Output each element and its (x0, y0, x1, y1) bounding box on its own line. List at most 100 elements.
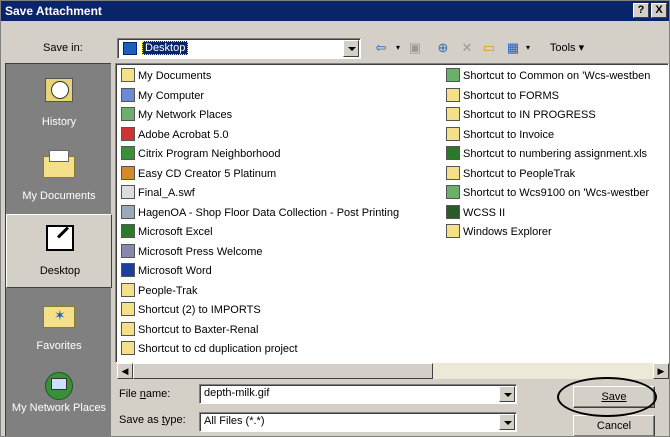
help-button[interactable]: ? (633, 3, 649, 18)
file-item[interactable]: Microsoft Excel (121, 223, 213, 241)
file-item-label: My Network Places (138, 109, 233, 121)
file-item[interactable]: Adobe Acrobat 5.0 (121, 126, 229, 144)
acrobat-icon (121, 126, 135, 141)
scroll-right-button[interactable]: ▶ (653, 363, 669, 379)
file-item[interactable]: Citrix Program Neighborhood (121, 145, 280, 163)
save-as-type-value: All Files (*.*) (204, 415, 265, 427)
back-dropdown-icon[interactable]: ▾ (393, 39, 403, 57)
file-item[interactable]: Shortcut to Baxter-Renal (121, 321, 258, 339)
file-item-label: Microsoft Press Welcome (138, 245, 263, 258)
views-icon[interactable]: ▦ (503, 39, 523, 57)
favorites-icon: ✶ (41, 296, 77, 330)
file-item[interactable]: Microsoft Press Welcome (121, 243, 263, 261)
place-label-favorites: Favorites (36, 340, 82, 352)
views-dropdown-icon[interactable]: ▾ (523, 39, 533, 57)
file-item-label: My Computer (138, 89, 205, 102)
save-as-type-select[interactable]: All Files (*.*) (199, 412, 517, 432)
file-item[interactable]: Shortcut to IN PROGRESS (446, 106, 596, 124)
shortcut-folder-icon (121, 341, 135, 355)
title-bar[interactable]: Save Attachment ? X (1, 1, 669, 21)
file-item-label: Shortcut to Common on 'Wcs-westben (463, 70, 651, 82)
excel-icon (121, 224, 135, 238)
cd-creator-icon (121, 165, 135, 180)
file-item-label: Shortcut to PeopleTrak (463, 167, 576, 180)
file-item-label: Citrix Program Neighborhood (138, 148, 281, 160)
file-item-label: People-Trak (138, 284, 198, 297)
network-places-icon (41, 368, 77, 402)
file-item[interactable]: People-Trak (121, 282, 198, 300)
shortcut-folder-icon (446, 87, 460, 102)
new-folder-icon[interactable]: ▭ (479, 39, 499, 57)
file-item-label: Shortcut to Wcs9100 on 'Wcs-westber (463, 187, 650, 199)
file-item[interactable]: Shortcut to Invoice (446, 126, 554, 144)
file-item[interactable]: WCSS II (446, 204, 505, 222)
horizontal-scrollbar[interactable]: ◀ ▶ (117, 363, 669, 379)
shortcut-folder-icon (121, 321, 135, 336)
my-computer-icon (121, 87, 135, 102)
scroll-thumb[interactable] (133, 363, 433, 379)
up-folder-icon[interactable]: ▣ (405, 39, 425, 57)
file-item[interactable]: Microsoft Word (121, 262, 212, 280)
swf-file-icon (121, 185, 135, 199)
desktop-icon (42, 221, 78, 255)
file-item[interactable]: Shortcut (2) to IMPORTS (121, 301, 261, 319)
save-in-label: Save in: (43, 42, 83, 54)
place-label-history: History (41, 116, 77, 128)
shortcut-folder-icon (446, 107, 460, 121)
close-button[interactable]: X (651, 3, 667, 18)
file-item[interactable]: My Documents (121, 67, 211, 85)
place-desktop[interactable]: Desktop (6, 214, 112, 288)
shortcut-icon (121, 204, 135, 219)
file-item[interactable]: HagenOA - Shop Floor Data Collection - P… (121, 204, 399, 222)
tools-label: Tools (549, 42, 576, 54)
file-item-label: Shortcut to IN PROGRESS (463, 109, 596, 121)
file-item-label: Easy CD Creator 5 Platinum (138, 167, 277, 180)
file-item[interactable]: Final_A.swf (121, 184, 195, 202)
place-my-documents[interactable]: My Documents (6, 140, 112, 212)
tools-menu-button[interactable]: Tools ▾ (539, 39, 595, 57)
file-item[interactable]: Easy CD Creator 5 Platinum (121, 165, 276, 183)
file-item[interactable]: Windows Explorer (446, 223, 552, 241)
shortcut-folder-icon (446, 165, 460, 180)
place-history[interactable]: History (6, 66, 112, 138)
file-item-label: Shortcut to Baxter-Renal (138, 323, 259, 336)
file-item-label: Shortcut to numbering assignment.xls (463, 148, 648, 160)
cancel-button[interactable]: Cancel (573, 415, 655, 436)
network-share-icon (446, 185, 460, 199)
network-share-icon (446, 68, 460, 82)
file-item-label: Shortcut to Invoice (463, 128, 555, 141)
file-item-label: WCSS II (463, 206, 506, 219)
file-item-label: HagenOA - Shop Floor Data Collection - P… (138, 206, 400, 219)
network-places-icon (121, 107, 135, 121)
press-icon (121, 243, 135, 258)
file-item-label: Shortcut to FORMS (463, 89, 559, 102)
file-item[interactable]: Shortcut to Common on 'Wcs-westben (446, 67, 650, 85)
place-network[interactable]: My Network Places (6, 362, 112, 434)
file-list[interactable]: My Documents My Computer My Network Places… (115, 63, 669, 363)
file-item[interactable]: Shortcut to cd duplication project (121, 340, 298, 358)
file-item-label: Microsoft Word (138, 265, 212, 277)
history-icon (41, 72, 77, 106)
file-item-label: Shortcut (2) to IMPORTS (138, 304, 261, 316)
file-item-label: Adobe Acrobat 5.0 (138, 128, 229, 141)
file-item-label: Windows Explorer (463, 226, 552, 238)
places-bar: History My Documents Desktop ✶ Favorites (5, 63, 112, 436)
search-web-icon[interactable]: ⊕ (433, 39, 453, 57)
back-icon[interactable]: ⇦ (371, 39, 391, 57)
file-name-dropdown-button[interactable] (499, 386, 515, 402)
place-favorites[interactable]: ✶ Favorites (6, 290, 112, 362)
word-icon (121, 263, 135, 277)
file-name-input[interactable]: depth-milk.gif (199, 384, 517, 404)
shortcut-folder-icon (121, 302, 135, 316)
save-in-combo[interactable]: Desktop (117, 38, 361, 59)
file-item[interactable]: Shortcut to Wcs9100 on 'Wcs-westber (446, 184, 649, 202)
save-in-dropdown-button[interactable] (343, 40, 359, 57)
save-as-type-dropdown-button[interactable] (499, 414, 515, 430)
file-item[interactable]: My Computer (121, 87, 204, 105)
scroll-left-button[interactable]: ◀ (117, 363, 133, 379)
file-item[interactable]: Shortcut to PeopleTrak (446, 165, 575, 183)
delete-icon[interactable]: ✕ (457, 39, 477, 57)
file-item[interactable]: Shortcut to numbering assignment.xls (446, 145, 647, 163)
file-item[interactable]: Shortcut to FORMS (446, 87, 559, 105)
file-item[interactable]: My Network Places (121, 106, 232, 124)
